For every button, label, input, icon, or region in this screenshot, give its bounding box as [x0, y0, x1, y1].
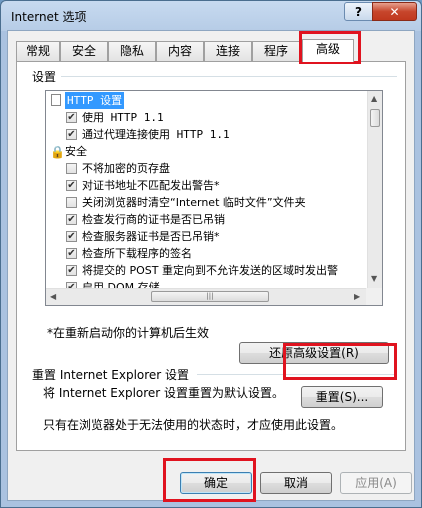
scroll-left-icon[interactable]: ◀	[50, 292, 56, 301]
item-label: 将提交的 POST 重定向到不允许发送的区域时发出警	[82, 264, 338, 277]
scrollbar-corner	[366, 288, 382, 305]
help-button[interactable]: ?	[344, 2, 373, 21]
tab-programs[interactable]: 程序	[252, 41, 300, 61]
lock-icon: 🔒	[50, 145, 65, 159]
settings-group-label: 设置	[31, 68, 58, 85]
item-label: 检查所下载程序的签名	[82, 247, 192, 260]
reset-description: 将 Internet Explorer 设置重置为默认设置。	[43, 386, 285, 400]
settings-group-divider	[61, 76, 397, 77]
checkbox[interactable]	[66, 163, 77, 174]
internet-options-window: Internet 选项 ? ✕ 常规 安全 隐私 内容 连接 程序 高级 设置 …	[0, 0, 422, 508]
tab-security[interactable]: 安全	[60, 41, 108, 61]
category-label: HTTP 设置	[65, 92, 125, 109]
reset-group-label: 重置 Internet Explorer 设置	[31, 366, 191, 383]
vertical-scroll-thumb[interactable]	[370, 109, 380, 127]
horizontal-scroll-thumb[interactable]: |||	[151, 291, 269, 302]
title-bar[interactable]: Internet 选项 ? ✕	[1, 1, 421, 31]
item-label: 对证书地址不匹配发出警告*	[82, 179, 220, 192]
cancel-button[interactable]: 取消	[260, 472, 332, 494]
page-icon	[51, 94, 61, 106]
checkbox[interactable]: ✔	[66, 129, 77, 140]
checkbox[interactable]: ✔	[66, 248, 77, 259]
apply-button[interactable]: 应用(A)	[340, 472, 412, 494]
scroll-right-icon[interactable]: ▶	[354, 292, 360, 301]
horizontal-scrollbar[interactable]: ◀ ||| ▶	[46, 288, 367, 305]
item-label: 检查发行商的证书是否已吊销	[82, 213, 225, 226]
scroll-up-icon[interactable]: ▲	[371, 94, 377, 103]
advanced-panel: 设置 HTTP 设置 ✔ 使用 HTTP 1.1 ✔ 通过代理连接使用 HTTP…	[16, 61, 406, 451]
checkbox[interactable]	[66, 197, 77, 208]
category-label: 安全	[65, 145, 87, 158]
vertical-scrollbar[interactable]: ▲ ▼	[367, 91, 382, 288]
checkbox[interactable]: ✔	[66, 214, 77, 225]
checkbox[interactable]: ✔	[66, 231, 77, 242]
checkbox[interactable]: ✔	[66, 265, 77, 276]
close-button[interactable]: ✕	[372, 2, 417, 21]
settings-list[interactable]: HTTP 设置 ✔ 使用 HTTP 1.1 ✔ 通过代理连接使用 HTTP 1.…	[45, 90, 383, 306]
tab-connections[interactable]: 连接	[204, 41, 252, 61]
tab-general[interactable]: 常规	[16, 41, 60, 61]
item-label: 使用 HTTP 1.1	[82, 111, 164, 124]
scroll-down-icon[interactable]: ▼	[371, 274, 377, 283]
window-title: Internet 选项	[11, 10, 87, 24]
reset-warning-note: 只有在浏览器处于无法使用的状态时，才应使用此设置。	[43, 418, 344, 432]
dialog-body: 常规 安全 隐私 内容 连接 程序 高级 设置 HTTP 设置 ✔ 使用 HTT…	[7, 30, 415, 501]
item-label: 关闭浏览器时清空“Internet 临时文件”文件夹	[82, 196, 306, 209]
close-icon: ✕	[389, 4, 400, 19]
item-label: 检查服务器证书是否已吊销*	[82, 230, 220, 243]
reset-button[interactable]: 重置(S)...	[301, 386, 383, 408]
restart-note: *在重新启动你的计算机后生效	[47, 326, 210, 340]
item-label: 不将加密的页存盘	[82, 162, 170, 175]
checkbox[interactable]: ✔	[66, 180, 77, 191]
tab-content[interactable]: 内容	[156, 41, 204, 61]
tab-advanced[interactable]: 高级	[302, 39, 354, 62]
item-label: 通过代理连接使用 HTTP 1.1	[82, 128, 230, 141]
highlight-reset-button	[283, 343, 397, 380]
checkbox[interactable]: ✔	[66, 112, 77, 123]
highlight-ok-button	[163, 458, 256, 502]
tab-privacy[interactable]: 隐私	[108, 41, 156, 61]
